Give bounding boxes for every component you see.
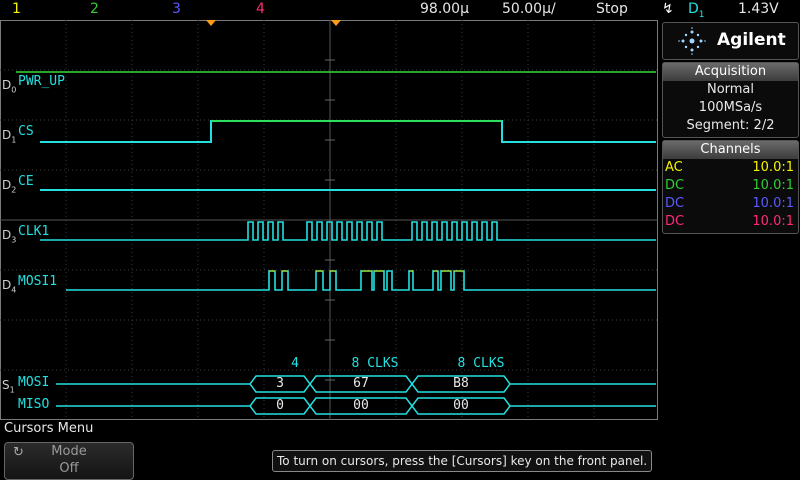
trigger-source: D1 <box>688 1 705 20</box>
trigger-marker-icon[interactable] <box>206 20 216 26</box>
channel-4-indicator[interactable]: 4 <box>256 1 265 17</box>
d3-id: D3 <box>2 228 17 245</box>
d0-label[interactable]: PWR_UP <box>18 74 65 89</box>
mosi-packet-1: 3 <box>276 376 284 391</box>
mosi-packet-3: B8 <box>453 376 469 391</box>
channel-2-indicator[interactable]: 2 <box>90 1 99 17</box>
channel-3-indicator[interactable]: 3 <box>172 1 181 17</box>
acquisition-rate: 100MSa/s <box>698 100 763 115</box>
trace-d4 <box>66 270 656 291</box>
channel-1-indicator[interactable]: 1 <box>12 1 21 17</box>
packet-header-2: 8 CLKS <box>351 356 399 371</box>
serial-mosi-label[interactable]: MOSI <box>18 375 49 390</box>
info-panel: Agilent Acquisition Normal 100MSa/s Segm… <box>660 20 800 420</box>
channels-title: Channels <box>663 141 798 159</box>
d0-id: D0 <box>2 78 17 95</box>
mode-label: Mode <box>51 444 87 459</box>
brand-name: Agilent <box>717 30 786 50</box>
mode-value: Off <box>59 461 79 476</box>
d2-id: D2 <box>2 178 17 195</box>
acquisition-mode: Normal <box>706 82 755 97</box>
mosi-packet-2: 67 <box>353 376 369 391</box>
acquisition-title: Acquisition <box>663 63 798 81</box>
d4-id: D4 <box>2 278 17 295</box>
miso-packet-1: 0 <box>276 398 284 413</box>
delay-marker-icon[interactable] <box>331 20 341 26</box>
waveform-display[interactable]: D0 PWR_UP D1 CS D2 CE D3 CLK1 D4 MOSI1 S… <box>0 20 660 420</box>
run-state: Stop <box>596 1 628 17</box>
serial-id: S1 <box>2 378 15 395</box>
channel-2-row: DC 10.0:1 <box>665 178 794 193</box>
miso-packet-2: 00 <box>353 398 369 413</box>
mode-softkey[interactable]: ↻ Mode Off <box>4 442 134 480</box>
brand-box: Agilent <box>662 22 799 60</box>
softkey-bar: Cursors Menu ↻ Mode Off To turn on curso… <box>0 420 800 480</box>
d1-label[interactable]: CS <box>18 124 34 139</box>
channel-4-row: DC 10.0:1 <box>665 214 794 229</box>
d1-id: D1 <box>2 128 17 145</box>
acquisition-box[interactable]: Acquisition Normal 100MSa/s Segment: 2/2 <box>662 62 799 138</box>
d4-label[interactable]: MOSI1 <box>18 274 57 289</box>
timebase-readout: 98.00µ <box>420 1 469 17</box>
trigger-level: 1.43V <box>738 1 779 17</box>
delay-readout: 50.00µ/ <box>502 1 556 17</box>
agilent-logo-icon <box>678 27 706 55</box>
menu-title: Cursors Menu <box>4 421 94 436</box>
channel-3-row: DC 10.0:1 <box>665 196 794 211</box>
status-bar: 1 2 3 4 98.00µ 50.00µ/ Stop ↯ D1 1.43V <box>0 0 800 20</box>
d3-label[interactable]: CLK1 <box>18 224 49 239</box>
acquisition-segment: Segment: 2/2 <box>686 118 775 133</box>
d2-label[interactable]: CE <box>18 174 34 189</box>
channel-1-row: AC 10.0:1 <box>665 160 794 175</box>
channels-box[interactable]: Channels AC 10.0:1 DC 10.0:1 DC 10.0:1 DC 10… <box>662 140 799 234</box>
trigger-edge-icon: ↯ <box>662 1 674 17</box>
packet-header-1: 4 <box>291 356 299 371</box>
help-message: To turn on cursors, press the [Cursors] … <box>272 450 653 472</box>
miso-packet-3: 00 <box>453 398 469 413</box>
serial-miso-label[interactable]: MISO <box>18 397 49 412</box>
packet-header-3: 8 CLKS <box>457 356 505 371</box>
